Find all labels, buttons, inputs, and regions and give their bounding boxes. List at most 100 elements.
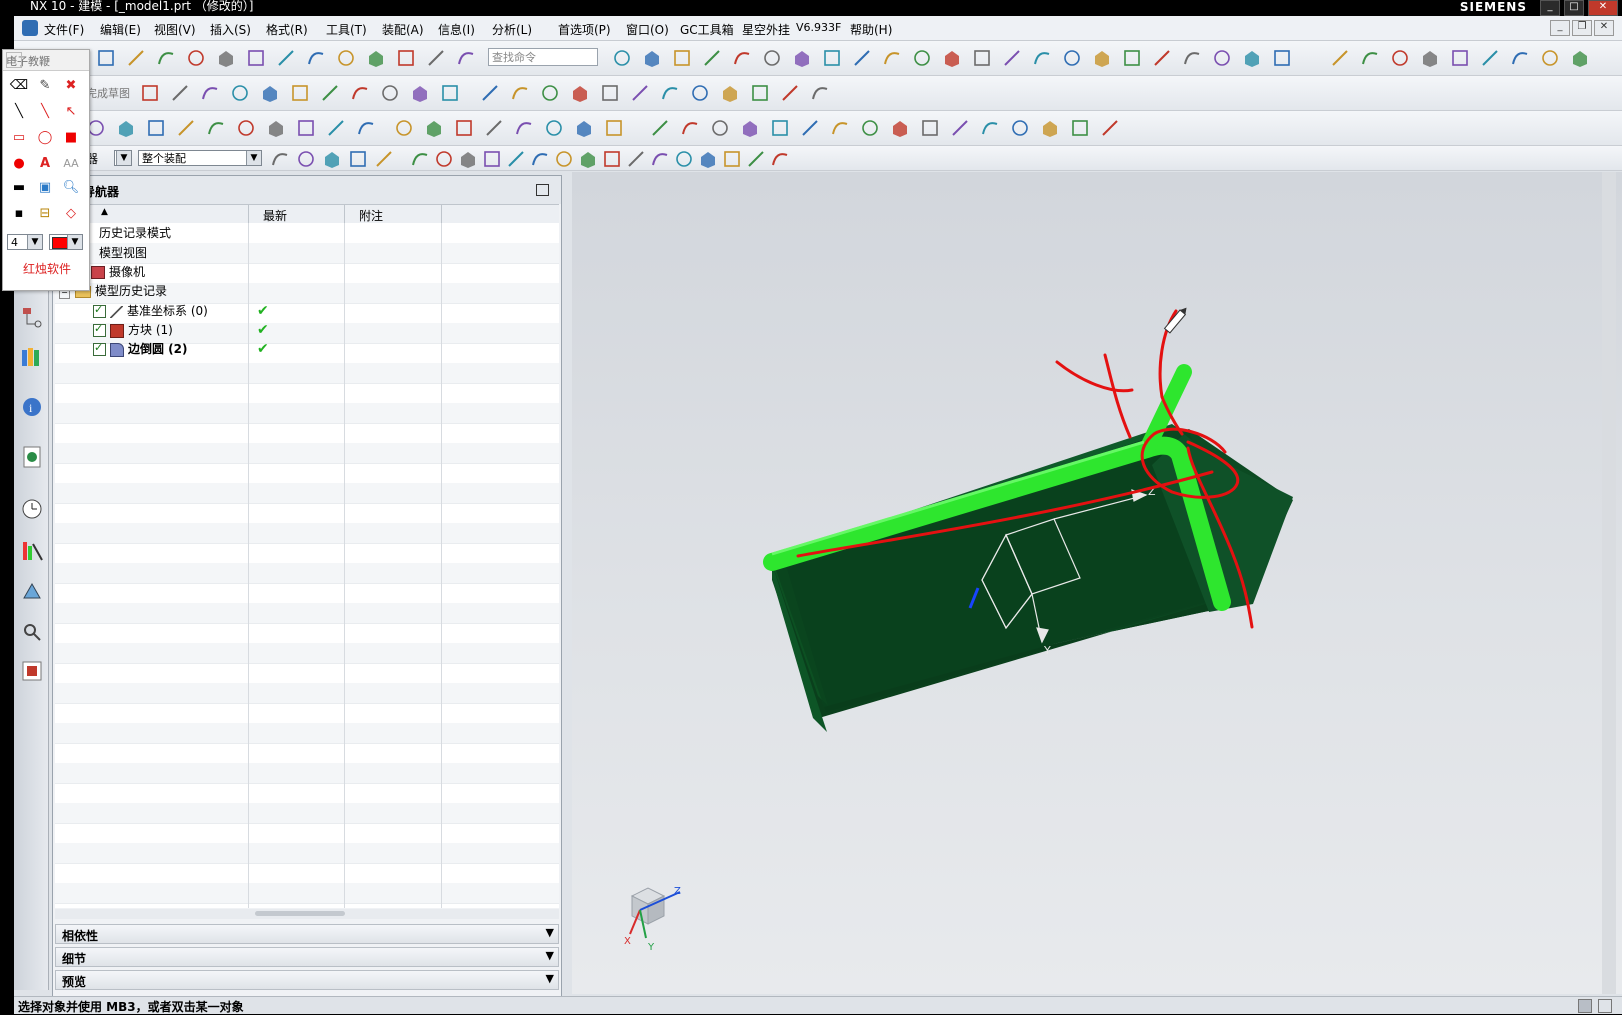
cone-icon[interactable]: [1102, 120, 1118, 136]
line-icon[interactable]: [442, 85, 458, 101]
measure-icon[interactable]: [652, 153, 668, 166]
zoom-icon[interactable]: [398, 50, 414, 66]
rectangle-icon[interactable]: ▭: [9, 128, 29, 148]
boolean-icon[interactable]: [1245, 51, 1259, 67]
measure-icon[interactable]: [369, 51, 383, 67]
revolve-icon[interactable]: [88, 120, 104, 136]
diamond-icon[interactable]: ◇: [61, 204, 81, 224]
boolean-icon[interactable]: [148, 120, 164, 136]
clock-tab[interactable]: [20, 496, 44, 522]
revolve-icon[interactable]: [325, 152, 339, 168]
block-icon[interactable]: [1043, 121, 1057, 137]
highlighter-icon[interactable]: ╲: [9, 102, 29, 122]
redo-icon[interactable]: [396, 120, 412, 136]
details-panel[interactable]: 细节 ▼: [55, 947, 559, 967]
dimension-icon[interactable]: [982, 122, 998, 135]
spline-icon[interactable]: [922, 120, 938, 136]
open-icon[interactable]: [1362, 52, 1378, 65]
boolean-icon[interactable]: [376, 151, 392, 167]
arc-icon[interactable]: [482, 85, 498, 101]
undo-icon[interactable]: [248, 50, 264, 66]
open-icon[interactable]: [238, 120, 254, 136]
open-folder-icon[interactable]: ⊟: [35, 204, 55, 224]
pen-size-select[interactable]: 4 ▼: [7, 234, 43, 250]
line-width-icon[interactable]: ▬: [9, 178, 29, 198]
redo-icon[interactable]: [278, 50, 294, 66]
save-icon[interactable]: ▪: [9, 204, 29, 224]
mirror-icon[interactable]: [352, 87, 368, 100]
visibility-checkbox[interactable]: [93, 321, 106, 337]
shell-icon[interactable]: [412, 153, 428, 166]
trim-icon[interactable]: [232, 85, 248, 101]
snap-icon[interactable]: [338, 50, 354, 66]
extend-icon[interactable]: [748, 151, 764, 167]
undo-icon[interactable]: [556, 151, 572, 167]
offset-icon[interactable]: [322, 85, 338, 101]
hole-icon[interactable]: [350, 151, 366, 167]
block-icon[interactable]: [692, 85, 708, 101]
hole-icon[interactable]: [119, 121, 133, 137]
redo-icon[interactable]: [1512, 52, 1528, 65]
zoom-icon[interactable]: [516, 122, 532, 135]
tree-node-edge-blend[interactable]: 边倒圆 (2): [93, 340, 188, 357]
assembly-navigator-tab[interactable]: [20, 304, 44, 330]
palette-close-icon[interactable]: ✕: [6, 52, 22, 68]
extend-icon[interactable]: [263, 86, 277, 102]
preview-panel[interactable]: 预览 ▼: [55, 970, 559, 990]
cylinder-icon[interactable]: [1072, 120, 1088, 136]
maximize-panel-icon[interactable]: [536, 184, 549, 196]
extrude-icon[interactable]: [298, 151, 314, 167]
circle-icon[interactable]: [862, 120, 878, 136]
zoom-icon[interactable]: [172, 85, 188, 101]
line-icon[interactable]: [795, 51, 809, 67]
mirror-icon[interactable]: [704, 50, 720, 66]
dimension-icon[interactable]: [632, 85, 648, 101]
process-studio-tab[interactable]: [20, 618, 44, 644]
tree-node-history-mode[interactable]: 历史记录模式: [85, 225, 171, 241]
text-icon[interactable]: [764, 50, 780, 66]
pattern-icon[interactable]: [382, 85, 398, 101]
sphere-icon[interactable]: [272, 153, 288, 166]
measure-icon[interactable]: [142, 85, 158, 101]
curve-icon[interactable]: [202, 87, 218, 100]
block-icon[interactable]: [1034, 52, 1050, 65]
pattern-icon[interactable]: [743, 121, 757, 137]
cylinder-icon[interactable]: [1064, 50, 1080, 66]
snap-icon[interactable]: [628, 151, 644, 167]
delete-icon[interactable]: [532, 153, 548, 166]
cone-icon[interactable]: [752, 85, 768, 101]
fillet-icon[interactable]: [652, 120, 668, 136]
delete-icon[interactable]: [219, 51, 233, 67]
view-icon[interactable]: [427, 121, 441, 137]
measure-icon[interactable]: [486, 120, 502, 136]
view-triad[interactable]: [629, 887, 681, 939]
arrow-icon[interactable]: ↖: [61, 102, 81, 122]
spline-icon[interactable]: [573, 86, 587, 102]
save-icon[interactable]: [1392, 50, 1408, 66]
text-icon[interactable]: A: [35, 154, 55, 174]
mirror-icon[interactable]: [712, 120, 728, 136]
save-icon[interactable]: [158, 52, 174, 65]
print-icon[interactable]: [1423, 51, 1437, 67]
line-icon[interactable]: ╲: [35, 102, 55, 122]
new-icon[interactable]: [208, 122, 224, 135]
tree-node-model-views[interactable]: 模型视图: [85, 245, 147, 261]
fillet-icon[interactable]: [645, 51, 659, 67]
clear-icon[interactable]: ✖: [61, 76, 81, 96]
circle-icon[interactable]: [854, 50, 870, 66]
extrude-icon[interactable]: [812, 87, 828, 100]
roles-tab[interactable]: [20, 658, 44, 684]
palette-tab[interactable]: [20, 538, 44, 564]
pen-color-select[interactable]: ▼: [49, 234, 83, 250]
screenshot-icon[interactable]: ▣: [35, 178, 55, 198]
trim-icon[interactable]: [458, 52, 474, 65]
curve-icon[interactable]: [701, 152, 715, 168]
hole-icon[interactable]: [1214, 50, 1230, 66]
tree-node-cameras[interactable]: 摄像机: [91, 264, 145, 280]
ellipse-icon[interactable]: ◯: [35, 128, 55, 148]
feature-icon[interactable]: [662, 87, 678, 100]
extend-icon[interactable]: [606, 120, 622, 136]
constraint-icon[interactable]: [602, 85, 618, 101]
graphics-window[interactable]: Z Y Z X Y: [572, 172, 1622, 994]
view-icon[interactable]: [604, 151, 620, 167]
